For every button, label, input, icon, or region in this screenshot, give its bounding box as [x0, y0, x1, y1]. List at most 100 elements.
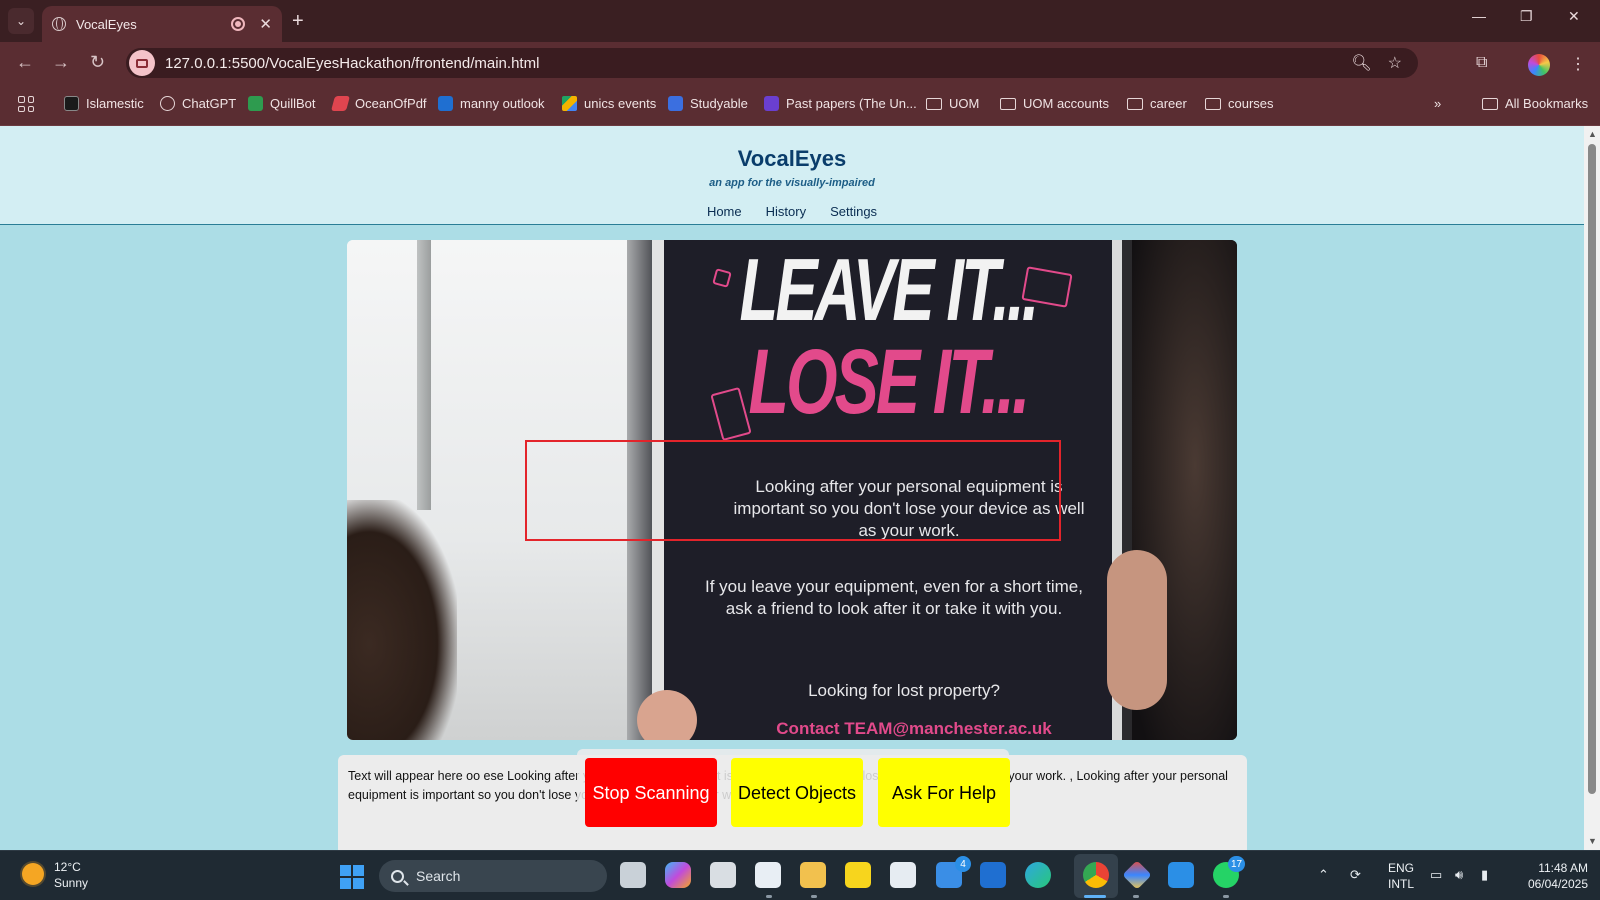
taskbar-search[interactable]: Search [379, 860, 607, 892]
tab-search-button[interactable]: ⌄ [8, 8, 34, 34]
volume-icon[interactable]: 🔊︎ [1455, 867, 1463, 883]
reload-button[interactable]: ↻ [90, 52, 105, 73]
bookmark-manny-outlook[interactable]: manny outlook [438, 96, 545, 111]
scroll-down-icon[interactable]: ▼ [1588, 836, 1597, 846]
running-indicator [811, 895, 817, 898]
file-explorer-icon[interactable] [800, 862, 826, 888]
forward-button[interactable]: → [52, 52, 70, 73]
bookmark-studyable[interactable]: Studyable [668, 96, 748, 111]
quillbot-icon [248, 96, 263, 111]
text-detection-box [525, 440, 1061, 541]
browser-tab[interactable]: VocalEyes ✕ [42, 6, 282, 42]
snipping-tool-icon[interactable] [755, 862, 781, 888]
nav-history[interactable]: History [766, 204, 806, 219]
extensions-icon[interactable]: ⧉ [1476, 54, 1487, 72]
page-scrollbar[interactable]: ▲ ▼ [1584, 126, 1600, 850]
drive-icon [562, 96, 577, 111]
close-window-icon[interactable]: ✕ [1568, 8, 1580, 25]
main-nav: Home History Settings [0, 204, 1584, 219]
active-indicator [1084, 895, 1106, 898]
keyboard-layout: INTL [1388, 877, 1415, 891]
close-tab-icon[interactable]: ✕ [259, 15, 272, 33]
page-title: VocalEyes [737, 146, 847, 171]
camera-hand [1107, 550, 1167, 710]
clock-date: 06/04/2025 [1527, 877, 1588, 891]
sun-icon[interactable] [22, 863, 44, 885]
folder-icon [1000, 97, 1016, 110]
bookmark-past-papers[interactable]: Past papers (The Un... [764, 96, 917, 111]
bookmark-folder-uom[interactable]: UOM [926, 96, 979, 111]
windows-start-icon[interactable] [340, 865, 364, 889]
vscode-icon[interactable] [1168, 862, 1194, 888]
address-bar[interactable]: 127.0.0.1:5500/VocalEyesHackathon/fronte… [126, 48, 1418, 78]
weather-desc: Sunny [54, 876, 89, 890]
sign-paragraph-3: Looking for lost property? [808, 681, 1000, 700]
battery-icon[interactable]: ▮ [1481, 867, 1488, 883]
camera-in-use-icon[interactable] [129, 50, 155, 76]
tab-strip: ⌄ VocalEyes ✕ + — ❐ ✕ [0, 0, 1600, 42]
camera-hair [347, 500, 457, 740]
studyable-icon [668, 96, 683, 111]
url-text[interactable]: 127.0.0.1:5500/VocalEyesHackathon/fronte… [165, 55, 1351, 72]
all-bookmarks[interactable]: All Bookmarks [1482, 96, 1588, 111]
ask-for-help-button[interactable]: Ask For Help [878, 758, 1010, 827]
new-tab-button[interactable]: + [292, 10, 304, 33]
outlook-taskbar-icon[interactable] [980, 862, 1006, 888]
scrollbar-thumb[interactable] [1588, 144, 1596, 794]
search-placeholder: Search [416, 868, 461, 884]
nav-home[interactable]: Home [707, 204, 742, 219]
bookmark-folder-career[interactable]: career [1127, 96, 1187, 111]
back-button[interactable]: ← [16, 52, 34, 73]
chrome-icon[interactable] [1083, 862, 1109, 888]
notes-app-icon[interactable] [710, 862, 736, 888]
minimize-icon[interactable]: — [1472, 8, 1486, 24]
windows-taskbar: 12°C Sunny Search 4 17 ⌃ ⟳ ENG INTL ▭ 🔊︎… [0, 850, 1600, 900]
network-icon[interactable]: ▭ [1430, 867, 1442, 883]
tray-chevron-icon[interactable]: ⌃ [1318, 867, 1329, 883]
chatgpt-icon [160, 96, 175, 111]
nav-settings[interactable]: Settings [830, 204, 877, 219]
bookmark-quillbot[interactable]: QuillBot [248, 96, 316, 111]
copilot-icon[interactable] [665, 862, 691, 888]
bookmark-chatgpt[interactable]: ChatGPT [160, 96, 236, 111]
bookmark-folder-uom-accounts[interactable]: UOM accounts [1000, 96, 1109, 111]
bookmark-unics-events[interactable]: unics events [562, 96, 656, 111]
camera-pipe [417, 240, 431, 510]
folder-icon [1482, 97, 1498, 110]
sign-paragraph-2: If you leave your equipment, even for a … [705, 577, 1083, 618]
search-icon [391, 869, 404, 883]
restore-icon[interactable]: ❐ [1520, 8, 1533, 25]
my-icon [764, 96, 779, 111]
tasks-badge: 4 [955, 856, 971, 872]
menu-icon[interactable]: ⋮ [1570, 54, 1586, 74]
folder-icon [1127, 97, 1143, 110]
more-bookmarks-chevron-icon[interactable]: » [1434, 96, 1441, 111]
task-view-icon[interactable] [620, 862, 646, 888]
bookmark-folder-courses[interactable]: courses [1205, 96, 1274, 111]
sticky-notes-icon[interactable] [845, 862, 871, 888]
weather-widget[interactable]: 12°C Sunny [54, 859, 88, 891]
folder-icon [926, 97, 942, 110]
bookmark-star-icon[interactable]: ☆ [1388, 53, 1402, 73]
zoom-icon[interactable]: 🔍︎ [1351, 53, 1371, 73]
stop-scanning-button[interactable]: Stop Scanning [585, 758, 717, 827]
edge-icon[interactable] [1025, 862, 1051, 888]
clock-time: 11:48 AM [1538, 861, 1588, 875]
apps-grid-icon[interactable] [18, 96, 34, 112]
bookmark-islamestic[interactable]: Islamestic [64, 96, 144, 111]
sync-icon[interactable]: ⟳ [1350, 867, 1361, 883]
folder-icon [1205, 97, 1221, 110]
language-indicator[interactable]: ENG INTL [1388, 860, 1414, 892]
git-app-icon[interactable] [1122, 860, 1152, 890]
system-clock[interactable]: 11:48 AM 06/04/2025 [1516, 860, 1588, 892]
whatsapp-badge: 17 [1228, 856, 1246, 872]
profile-avatar[interactable] [1528, 54, 1550, 76]
scroll-up-icon[interactable]: ▲ [1588, 129, 1597, 139]
sign-headline-2: LOSE IT... [748, 331, 1030, 433]
detect-objects-button[interactable]: Detect Objects [731, 758, 863, 827]
browser-toolbar: ← → ↻ 127.0.0.1:5500/VocalEyesHackathon/… [0, 42, 1600, 84]
sign-paragraph-4: Contact TEAM@manchester.ac.uk [776, 719, 1052, 738]
document-app-icon[interactable] [890, 862, 916, 888]
globe-icon [52, 17, 66, 31]
bookmark-oceanofpdf[interactable]: OceanOfPdf [330, 96, 427, 111]
